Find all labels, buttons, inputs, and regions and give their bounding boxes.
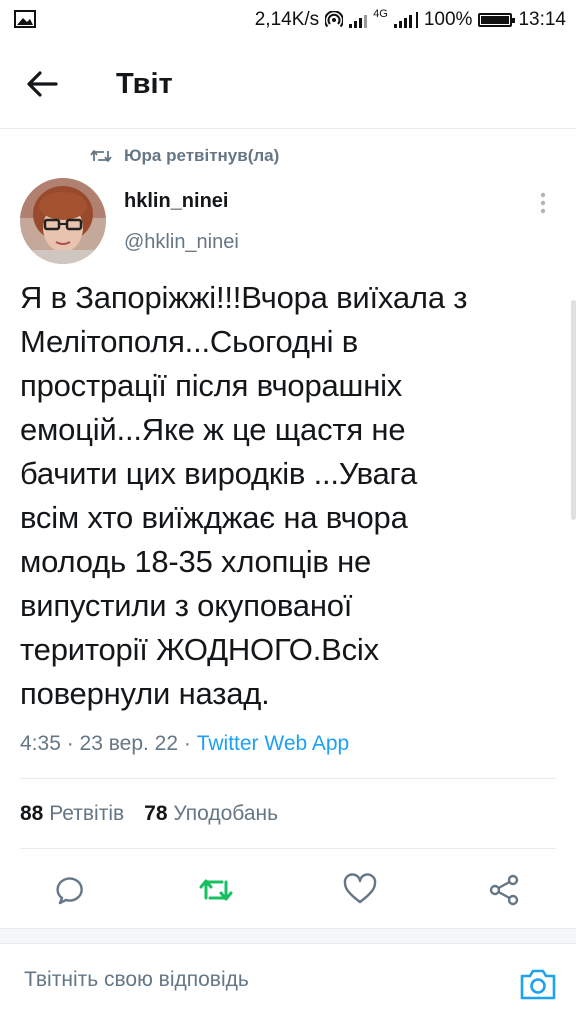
likes-count: 78 <box>144 802 168 825</box>
section-separator <box>0 928 576 944</box>
status-bar: 2,14K/s 4G 100% 13:14 <box>0 0 576 40</box>
tweet-line: прострації після вчорашніх <box>20 368 403 403</box>
share-icon[interactable] <box>486 872 522 908</box>
signal-icon <box>349 12 368 28</box>
scrollbar[interactable] <box>571 300 576 520</box>
tweet-line: всім хто виїжджає на вчора <box>20 500 408 535</box>
clock: 13:14 <box>518 9 566 30</box>
hotspot-icon <box>325 11 344 28</box>
tweet-line: емоцій...Яке ж це щастя не <box>20 412 406 447</box>
battery-icon <box>478 13 516 27</box>
tweet-source-app[interactable]: Twitter Web App <box>197 732 350 755</box>
image-notification-icon <box>14 10 36 28</box>
likes-stat[interactable]: 78 Уподобань <box>144 802 278 826</box>
page-title: Твіт <box>116 68 173 100</box>
tweet-text: Я в Запоріжжі!!!Вчора виїхала з Мелітопо… <box>20 276 558 716</box>
retweet-icon[interactable] <box>198 872 234 908</box>
divider <box>20 848 556 849</box>
retweeted-by-label: Юра ретвітнув(ла) <box>124 146 280 165</box>
comment-icon[interactable] <box>54 872 90 908</box>
battery-percent: 100% <box>423 9 473 30</box>
arrow-left-icon[interactable] <box>22 64 62 104</box>
tweet-line: Я в Запоріжжі!!!Вчора виїхала з <box>20 280 468 315</box>
tweet-line: повернули назад. <box>20 676 270 711</box>
status-icons: 2,14K/s 4G 100% 13:14 <box>255 8 566 32</box>
reply-input[interactable]: Твітніть свою відповідь <box>24 968 249 992</box>
tweet-line: випустили з окупованої <box>20 588 353 623</box>
likes-label: Уподобань <box>173 802 279 825</box>
retweets-label: Ретвітів <box>49 802 125 825</box>
retweets-stat[interactable]: 88 Ретвітів <box>20 802 124 826</box>
tweet-line: бачити цих виродків ...Увага <box>20 456 418 491</box>
signal-icon-2 <box>393 12 418 28</box>
network-speed: 2,14K/s <box>254 9 320 30</box>
author-handle[interactable]: @hklin_ninei <box>124 231 239 254</box>
action-bar <box>0 866 576 914</box>
author-name[interactable]: hklin_ninei <box>124 190 228 213</box>
tweet-line: території ЖОДНОГО.Всіх <box>20 632 379 667</box>
retweeted-by[interactable]: Юра ретвітнув(ла) <box>90 146 279 166</box>
tweet-line: Мелітополя...Сьогодні в <box>20 324 359 359</box>
retweet-icon <box>90 150 112 162</box>
tweet-line: молодь 18-35 хлопців не <box>20 544 372 579</box>
tweet-meta: 4:35 · 23 вер. 22 · Twitter Web App <box>20 732 349 756</box>
heart-icon[interactable] <box>342 872 378 908</box>
tweet-timestamp[interactable]: 4:35 · 23 вер. 22 · <box>20 732 197 755</box>
tweet-stats: 88 Ретвітів 78 Уподобань <box>20 802 278 826</box>
more-vertical-icon[interactable] <box>533 190 553 216</box>
network-type: 4G <box>373 8 388 20</box>
header: Твіт <box>0 40 576 129</box>
divider <box>20 778 556 779</box>
battery-fill <box>481 16 510 24</box>
camera-icon[interactable] <box>518 964 558 1004</box>
avatar[interactable] <box>20 178 106 264</box>
retweets-count: 88 <box>20 802 44 825</box>
